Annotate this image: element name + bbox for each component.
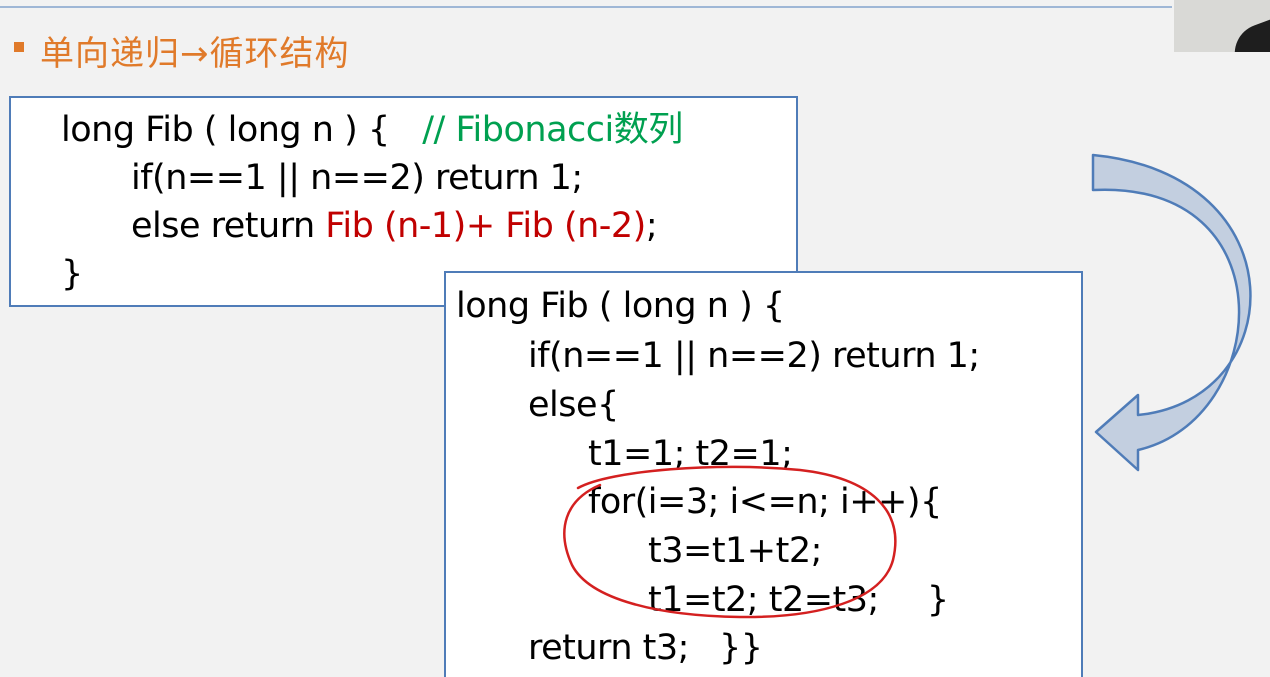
hand-drawn-circle-annotation: [563, 465, 897, 619]
